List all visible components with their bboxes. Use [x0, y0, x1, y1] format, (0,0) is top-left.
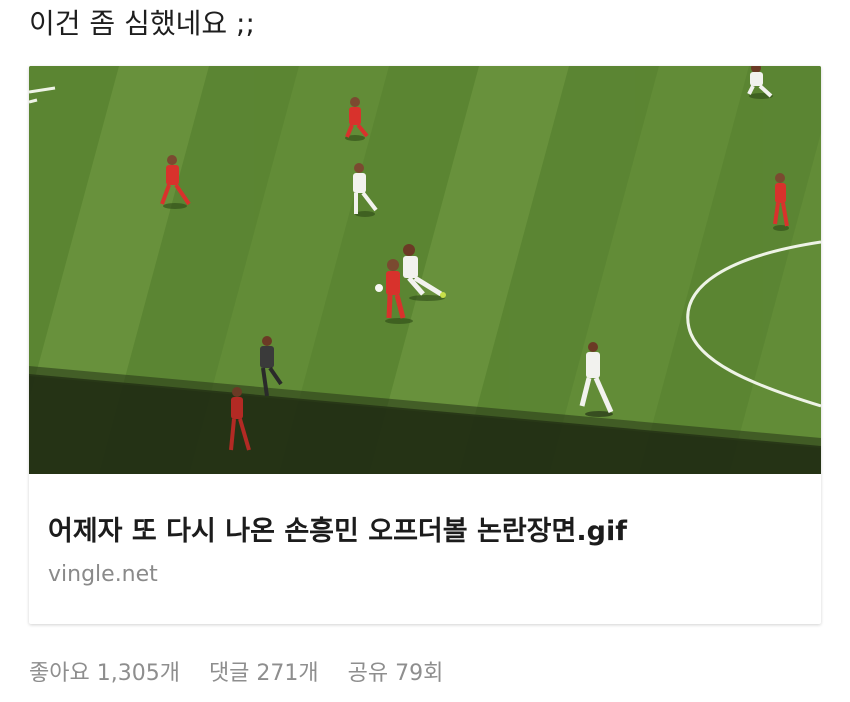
comments-count[interactable]: 댓글 271개 [209, 658, 319, 690]
post-stats-bar: 좋아요 1,305개 댓글 271개 공유 79회 [29, 658, 443, 690]
post-text: 이건 좀 심했네요 ;; [29, 7, 255, 40]
link-domain: vingle.net [48, 562, 158, 587]
likes-count[interactable]: 좋아요 1,305개 [29, 658, 180, 690]
soccer-ball-icon [375, 284, 383, 292]
soccer-pitch-illustration [29, 66, 821, 474]
shares-count[interactable]: 공유 79회 [348, 658, 444, 690]
link-preview-card[interactable]: 어제자 또 다시 나온 손흥민 오프더볼 논란장면.gif vingle.net [29, 66, 821, 624]
link-title[interactable]: 어제자 또 다시 나온 손흥민 오프더볼 논란장면.gif [48, 514, 627, 550]
link-thumbnail-image[interactable] [29, 66, 821, 474]
